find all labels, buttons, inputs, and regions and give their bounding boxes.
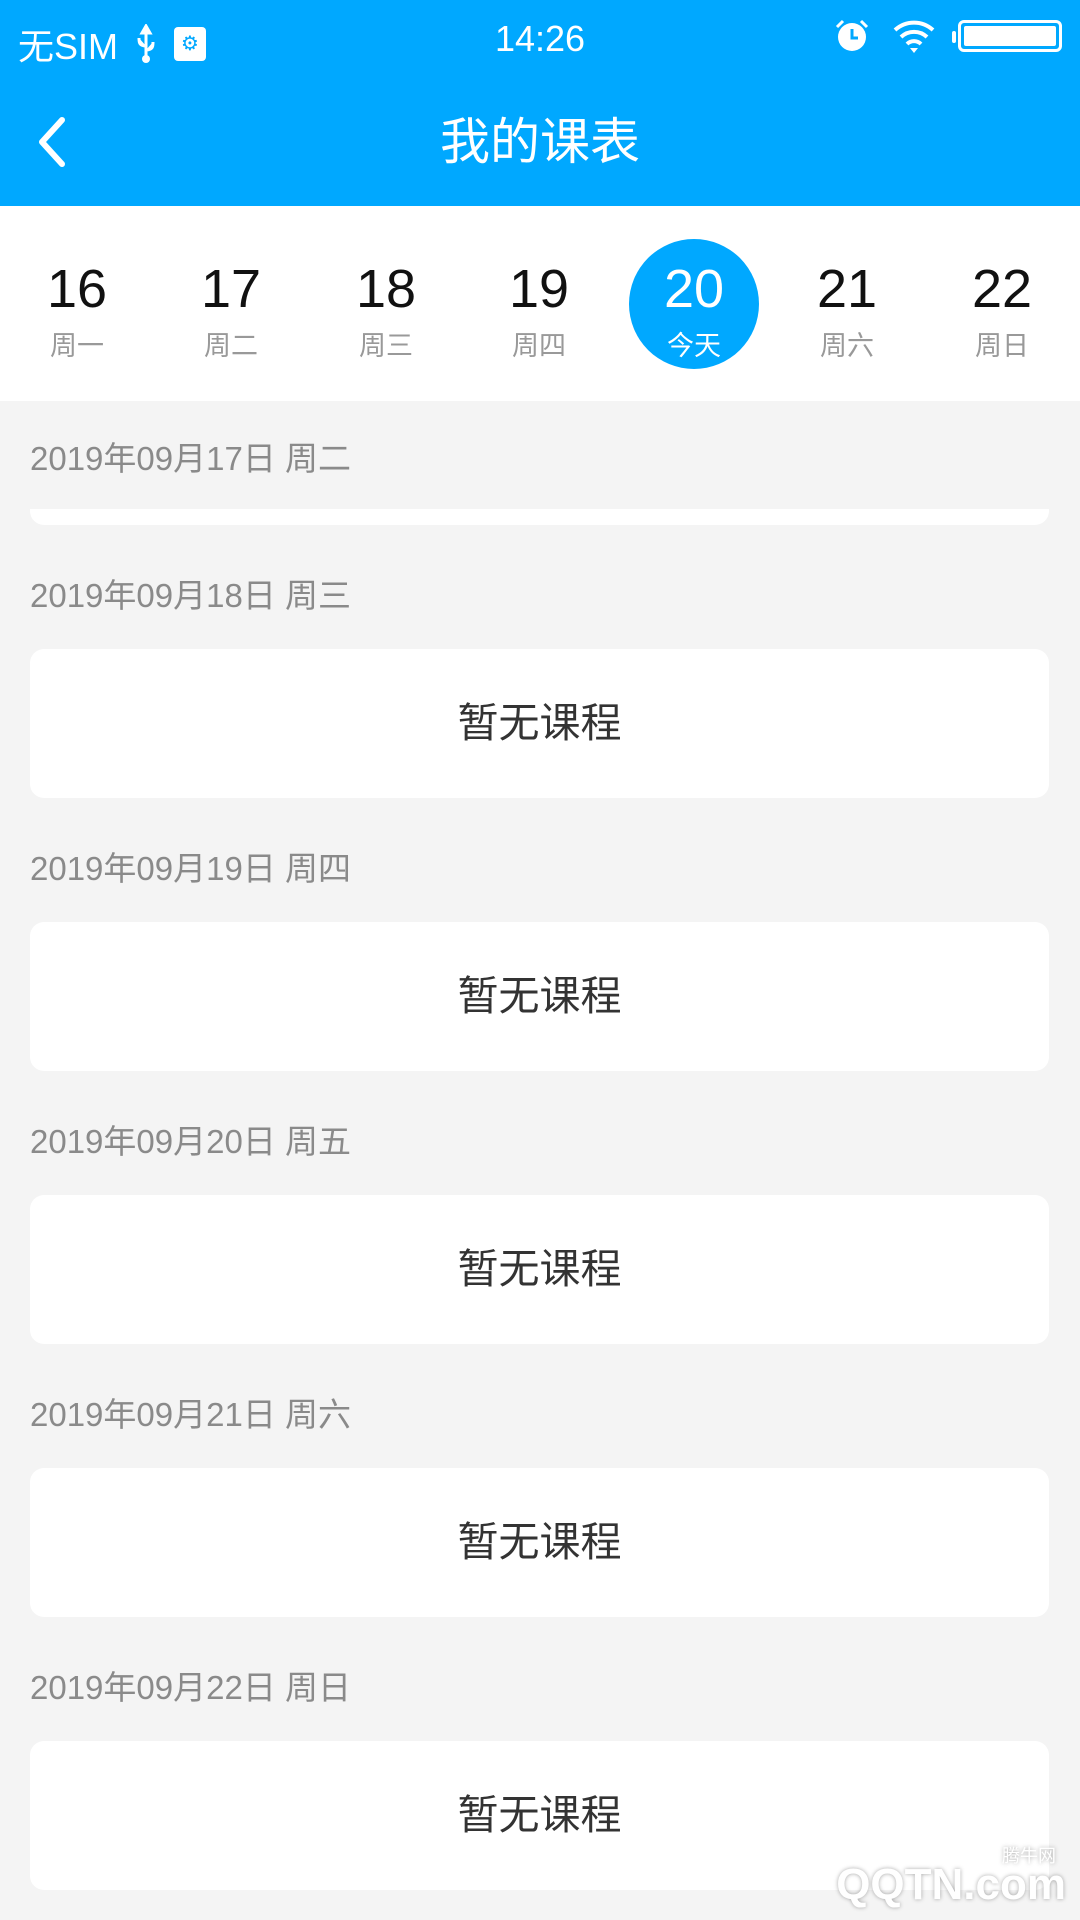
day-item[interactable]: 20 今天 [624, 206, 764, 401]
day-number: 19 [508, 259, 570, 319]
day-label: 周二 [204, 331, 258, 361]
day-number: 20 [663, 259, 725, 319]
alarm-icon [835, 19, 869, 51]
date-header: 2019年09月17日 周二 [30, 440, 351, 477]
date-header: 2019年09月18日 周三 [30, 577, 351, 614]
day-label: 周四 [512, 331, 566, 361]
day-item[interactable]: 18 周三 [316, 206, 456, 401]
date-header: 2019年09月22日 周日 [30, 1669, 351, 1706]
wifi-icon [893, 20, 935, 53]
day-item[interactable]: 16 周一 [7, 206, 147, 401]
schedule-card [30, 509, 1049, 525]
day-label: 周日 [975, 331, 1029, 361]
schedule-card: 暂无课程 [30, 1468, 1049, 1617]
week-strip: 16 周一 17 周二 18 周三 19 周四 20 今天 21 周六 22 周日 [0, 206, 1080, 401]
watermark-logo: 腾牛网 QQTN.com [836, 1846, 1066, 1910]
date-header: 2019年09月20日 周五 [30, 1123, 351, 1160]
date-header: 2019年09月19日 周四 [30, 850, 351, 887]
battery-icon [952, 20, 1062, 52]
app-header: 无SIM ⚙ 14:26 我的课表 [0, 0, 1080, 206]
page-title: 我的课表 [440, 114, 640, 170]
day-item[interactable]: 22 周日 [932, 206, 1072, 401]
day-item[interactable]: 21 周六 [777, 206, 917, 401]
day-number: 18 [355, 259, 417, 319]
day-number: 16 [46, 259, 108, 319]
date-header: 2019年09月21日 周六 [30, 1396, 351, 1433]
day-label: 周六 [820, 331, 874, 361]
day-label: 今天 [667, 331, 721, 361]
day-item[interactable]: 19 周四 [469, 206, 609, 401]
schedule-card: 暂无课程 [30, 1195, 1049, 1344]
schedule-card: 暂无课程 [30, 649, 1049, 798]
status-bar: 无SIM ⚙ 14:26 [0, 0, 1080, 75]
watermark-sub: 腾牛网 [1002, 1846, 1056, 1866]
day-item[interactable]: 17 周二 [161, 206, 301, 401]
schedule-card: 暂无课程 [30, 922, 1049, 1071]
day-number: 22 [971, 259, 1033, 319]
day-label: 周三 [359, 331, 413, 361]
day-number: 21 [816, 259, 878, 319]
day-label: 周一 [50, 331, 104, 361]
day-number: 17 [200, 259, 262, 319]
